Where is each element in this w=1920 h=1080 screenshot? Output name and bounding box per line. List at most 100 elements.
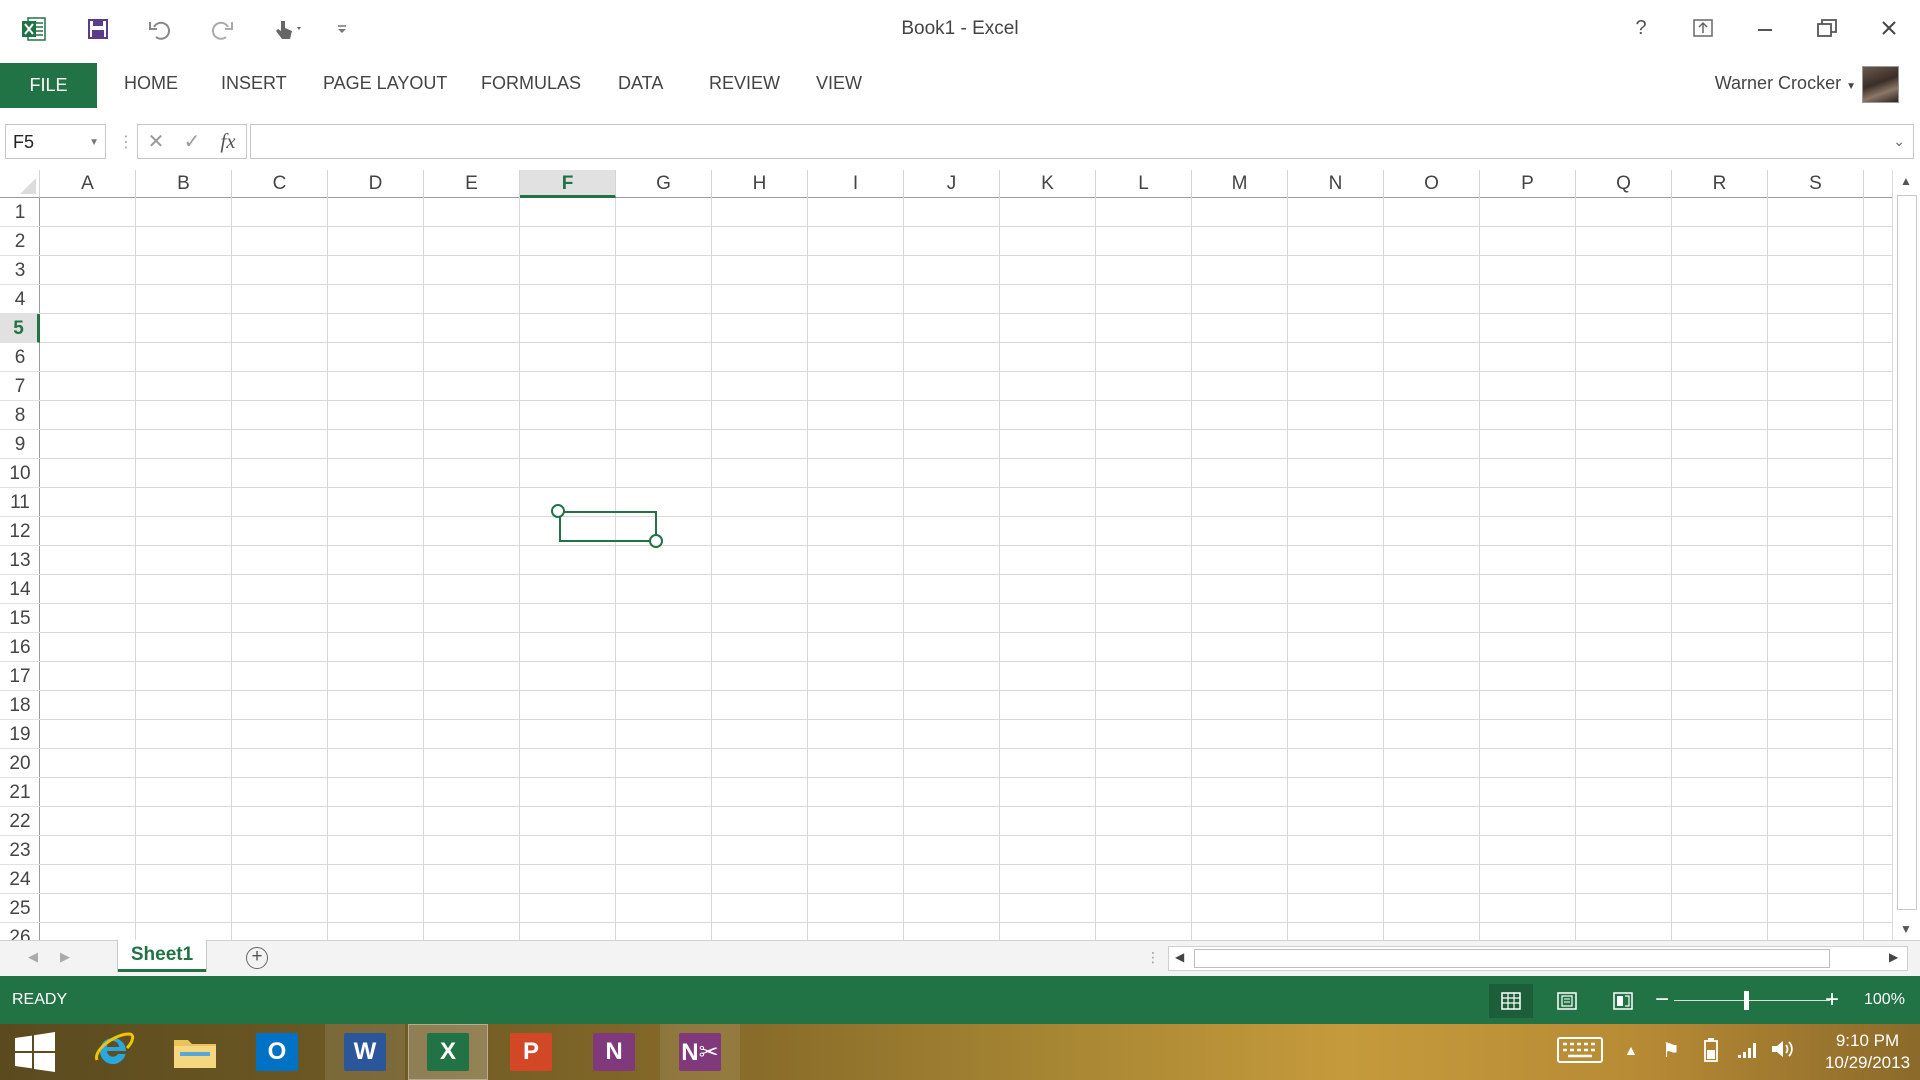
row-header-10[interactable]: 10 [0, 459, 40, 488]
normal-view-icon[interactable] [1489, 984, 1533, 1018]
column-header-r[interactable]: R [1672, 170, 1768, 198]
row-header-13[interactable]: 13 [0, 546, 40, 575]
tab-insert[interactable]: INSERT [221, 73, 287, 94]
column-header-q[interactable]: Q [1576, 170, 1672, 198]
select-all-button[interactable] [0, 170, 40, 198]
outlook-icon[interactable]: O [237, 1024, 317, 1080]
redo-icon[interactable] [204, 12, 240, 46]
tab-split-handle[interactable]: ⋮ [1146, 949, 1160, 966]
undo-icon[interactable] [142, 12, 178, 46]
action-center-flag-icon[interactable]: ⚑ [1662, 1038, 1680, 1063]
user-account-menu[interactable]: Warner Crocker ▼ [1715, 73, 1856, 94]
add-sheet-icon[interactable]: + [246, 947, 268, 969]
previous-sheet-icon[interactable]: ◀ [28, 949, 38, 965]
column-header-e[interactable]: E [424, 170, 520, 198]
avatar[interactable] [1862, 66, 1899, 103]
zoom-in-icon[interactable]: + [1825, 986, 1839, 1014]
page-layout-view-icon[interactable] [1545, 984, 1589, 1018]
chevron-down-icon[interactable]: ▼ [89, 137, 99, 148]
column-header-j[interactable]: J [904, 170, 1000, 198]
column-header-s[interactable]: S [1768, 170, 1864, 198]
save-icon[interactable] [80, 12, 116, 46]
row-header-18[interactable]: 18 [0, 691, 40, 720]
scroll-down-icon[interactable]: ▼ [1900, 922, 1912, 936]
row-header-5[interactable]: 5 [0, 314, 40, 343]
touch-mode-icon[interactable] [268, 12, 312, 46]
powerpoint-icon[interactable]: P [491, 1024, 571, 1080]
tab-file[interactable]: FILE [0, 63, 97, 108]
horizontal-scrollbar[interactable]: ◀ ▶ [1168, 946, 1908, 971]
onenote-clipper-icon[interactable]: N✂ [660, 1024, 740, 1080]
column-header-f[interactable]: F [520, 170, 616, 198]
cancel-entry-icon[interactable]: ✕ [138, 129, 174, 154]
column-header-p[interactable]: P [1480, 170, 1576, 198]
column-header-h[interactable]: H [712, 170, 808, 198]
expand-formula-bar-icon[interactable]: ⌄ [1893, 133, 1905, 150]
row-header-8[interactable]: 8 [0, 401, 40, 430]
column-header-b[interactable]: B [136, 170, 232, 198]
row-header-19[interactable]: 19 [0, 720, 40, 749]
row-header-4[interactable]: 4 [0, 285, 40, 314]
zoom-level[interactable]: 100% [1864, 991, 1905, 1009]
tab-page-layout[interactable]: PAGE LAYOUT [323, 73, 447, 94]
file-explorer-icon[interactable] [155, 1024, 235, 1080]
internet-explorer-icon[interactable] [73, 1024, 153, 1080]
close-icon[interactable] [1864, 10, 1914, 46]
column-header-n[interactable]: N [1288, 170, 1384, 198]
column-header-o[interactable]: O [1384, 170, 1480, 198]
tab-review[interactable]: REVIEW [709, 73, 780, 94]
column-header-a[interactable]: A [40, 170, 136, 198]
help-icon[interactable]: ? [1616, 10, 1666, 46]
zoom-slider-thumb[interactable] [1744, 991, 1749, 1010]
vertical-scroll-thumb[interactable] [1897, 195, 1917, 910]
scroll-up-icon[interactable]: ▲ [1900, 174, 1912, 188]
vertical-scrollbar[interactable]: ▲ ▼ [1892, 170, 1920, 940]
row-header-12[interactable]: 12 [0, 517, 40, 546]
row-header-22[interactable]: 22 [0, 807, 40, 836]
column-header-k[interactable]: K [1000, 170, 1096, 198]
horizontal-scroll-thumb[interactable] [1194, 949, 1830, 968]
row-header-6[interactable]: 6 [0, 343, 40, 372]
row-header-3[interactable]: 3 [0, 256, 40, 285]
page-break-preview-icon[interactable] [1601, 984, 1645, 1018]
column-header-l[interactable]: L [1096, 170, 1192, 198]
row-header-24[interactable]: 24 [0, 865, 40, 894]
scroll-right-icon[interactable]: ▶ [1889, 950, 1898, 964]
minimize-icon[interactable] [1740, 10, 1790, 46]
cell-area[interactable] [40, 198, 1892, 940]
row-header-7[interactable]: 7 [0, 372, 40, 401]
row-header-25[interactable]: 25 [0, 894, 40, 923]
onenote-icon[interactable]: N [574, 1024, 654, 1080]
tab-home[interactable]: HOME [124, 73, 178, 94]
row-header-23[interactable]: 23 [0, 836, 40, 865]
selection-handle-top-left[interactable] [551, 504, 565, 518]
row-header-9[interactable]: 9 [0, 430, 40, 459]
next-sheet-icon[interactable]: ▶ [60, 949, 70, 965]
tab-formulas[interactable]: FORMULAS [481, 73, 581, 94]
column-header-c[interactable]: C [232, 170, 328, 198]
volume-icon[interactable] [1770, 1038, 1796, 1066]
row-header-14[interactable]: 14 [0, 575, 40, 604]
selected-cell[interactable] [559, 511, 657, 542]
insert-function-icon[interactable]: fx [210, 129, 246, 154]
network-signal-icon[interactable] [1736, 1038, 1758, 1066]
zoom-out-icon[interactable]: − [1655, 986, 1669, 1014]
row-header-15[interactable]: 15 [0, 604, 40, 633]
clock[interactable]: 9:10 PM 10/29/2013 [1820, 1030, 1915, 1074]
zoom-slider-track[interactable] [1674, 1000, 1830, 1001]
column-header-i[interactable]: I [808, 170, 904, 198]
scroll-left-icon[interactable]: ◀ [1175, 950, 1184, 964]
enter-entry-icon[interactable]: ✓ [174, 129, 210, 154]
tab-data[interactable]: DATA [618, 73, 663, 94]
row-header-1[interactable]: 1 [0, 198, 40, 227]
row-header-2[interactable]: 2 [0, 227, 40, 256]
customize-qat-icon[interactable] [332, 12, 352, 46]
restore-icon[interactable] [1802, 10, 1852, 46]
selection-handle-bottom-right[interactable] [649, 534, 663, 548]
ribbon-display-options-icon[interactable] [1678, 10, 1728, 46]
excel-taskbar-icon[interactable]: X [408, 1024, 488, 1080]
start-button[interactable] [0, 1024, 70, 1080]
touch-keyboard-icon[interactable] [1556, 1034, 1604, 1072]
show-hidden-icons-icon[interactable]: ▲ [1624, 1042, 1638, 1058]
row-header-16[interactable]: 16 [0, 633, 40, 662]
